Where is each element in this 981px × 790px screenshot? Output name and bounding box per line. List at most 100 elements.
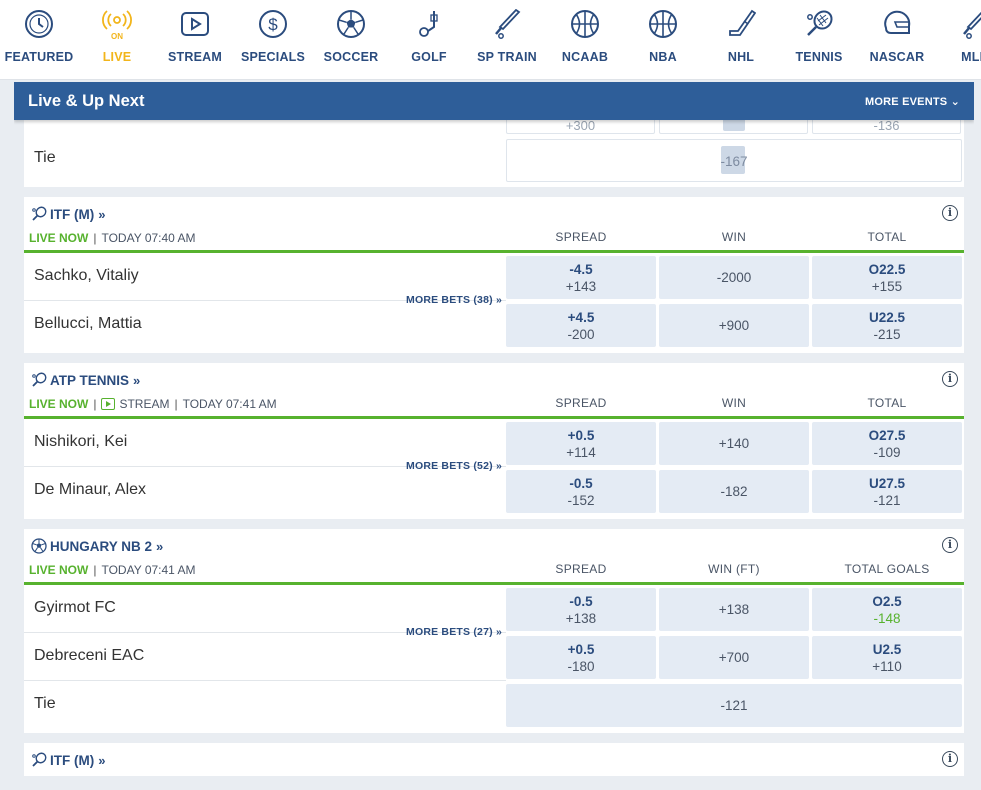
win-odds-button[interactable]: +700 (659, 636, 809, 679)
team-name: Tie (34, 149, 56, 166)
nav-label: FEATURED (4, 50, 74, 64)
win-price: +138 (718, 602, 750, 617)
double-chevron-right-icon: » (156, 538, 164, 554)
double-chevron-right-icon: » (98, 752, 106, 768)
nav-stream[interactable]: STREAM (156, 0, 234, 79)
tennis-racket-icon (30, 205, 48, 223)
spread-price: -200 (567, 326, 595, 342)
event-time: TODAY 07:40 AM (101, 231, 196, 245)
live-events-panel: Live & Up Next MORE EVENTS ⌄ +300 -136 T… (14, 82, 974, 776)
spread-odds-button[interactable]: -0.5 +138 (506, 588, 656, 631)
chevron-down-icon: ⌄ (950, 95, 960, 108)
total-line: O27.5 (868, 427, 906, 443)
col-header-spread: SPREAD (555, 562, 607, 576)
win-price: +900 (718, 318, 750, 333)
win-price: -182 (720, 484, 748, 499)
nav-mlb[interactable]: MLB (936, 0, 981, 79)
win-odds-button[interactable]: +138 (659, 588, 809, 631)
nav-tennis[interactable]: TENNIS (780, 0, 858, 79)
live-now-label: LIVE NOW (29, 563, 89, 577)
win-price: +140 (718, 436, 750, 451)
spread-odds-button[interactable]: +0.5 +114 (506, 422, 656, 465)
nav-featured[interactable]: FEATURED (0, 0, 78, 79)
win-odds-button[interactable]: +140 (659, 422, 809, 465)
total-price: -109 (873, 444, 901, 460)
separator: | (93, 563, 97, 577)
total-odds-button[interactable]: U27.5 -121 (812, 470, 962, 513)
nav-golf[interactable]: GOLF (390, 0, 468, 79)
tie-odds-button[interactable]: -121 (506, 684, 962, 727)
total-line: U22.5 (868, 309, 906, 325)
total-odds-button[interactable]: U22.5 -215 (812, 304, 962, 347)
total-price: -148 (873, 610, 901, 626)
total-odds-button[interactable]: O2.5 -148 (812, 588, 962, 631)
nav-soccer[interactable]: SOCCER (312, 0, 390, 79)
table-row: Bellucci, Mattia +4.5 -200 +900 U22.5 -215 (24, 301, 964, 349)
info-icon[interactable]: i (942, 205, 958, 221)
separator: | (93, 397, 97, 411)
live-now-label: LIVE NOW (29, 397, 89, 411)
nav-nba[interactable]: NBA (624, 0, 702, 79)
nav-label: NASCAR (869, 50, 925, 64)
win-odds-button[interactable]: -182 (659, 470, 809, 513)
info-icon[interactable]: i (942, 371, 958, 387)
event-time: TODAY 07:41 AM (182, 397, 277, 411)
basketball-icon (569, 8, 601, 40)
event-card: HUNGARY NB 2 » i LIVE NOW | TODAY 07:41 … (24, 529, 964, 733)
spread-odds-button[interactable]: -4.5 +143 (506, 256, 656, 299)
col-header-spread: SPREAD (555, 230, 607, 244)
total-odds-button[interactable]: O27.5 -109 (812, 422, 962, 465)
win-odds-button[interactable]: -2000 (659, 256, 809, 299)
spread-line: -0.5 (569, 593, 593, 609)
league-link[interactable]: ITF (M) » (30, 751, 105, 769)
tie-odds-cell[interactable]: -167 (506, 139, 962, 182)
league-name: HUNGARY NB 2 (50, 538, 153, 554)
more-events-button[interactable]: MORE EVENTS ⌄ (865, 95, 960, 108)
spread-line: +0.5 (567, 641, 595, 657)
win-odds-button[interactable]: +900 (659, 304, 809, 347)
event-time: TODAY 07:41 AM (101, 563, 196, 577)
league-link[interactable]: HUNGARY NB 2 » (30, 537, 163, 555)
col-header-win: WIN (FT) (708, 562, 760, 576)
nav-sp-train[interactable]: SP TRAIN (468, 0, 546, 79)
event-card: ITF (M) » i LIVE NOW | TODAY 07:40 AM SP… (24, 197, 964, 353)
event-header: ATP TENNIS » i LIVE NOW | STREAM | TODAY… (24, 363, 964, 419)
nav-label: NBA (649, 50, 677, 64)
svg-text:ON: ON (111, 32, 123, 40)
info-icon[interactable]: i (942, 537, 958, 553)
info-icon[interactable]: i (942, 751, 958, 767)
event-header: ITF (M) » i LIVE NOW | TODAY 07:40 AM SP… (24, 197, 964, 253)
nav-ncaab[interactable]: NCAAB (546, 0, 624, 79)
event-card: ITF (M) » i (24, 743, 964, 776)
team-name: Debreceni EAC (34, 647, 145, 664)
spread-price: +114 (566, 444, 596, 460)
col-header-spread: SPREAD (555, 396, 607, 410)
total-odds-button[interactable]: O22.5 +155 (812, 256, 962, 299)
spread-price: -180 (567, 658, 595, 674)
win-price: +700 (718, 650, 750, 665)
spread-odds-button[interactable]: -0.5 -152 (506, 470, 656, 513)
spread-odds-button[interactable]: +4.5 -200 (506, 304, 656, 347)
separator: | (93, 231, 97, 245)
league-link[interactable]: ITF (M) » (30, 205, 105, 223)
league-name: ITF (M) (50, 752, 95, 768)
nav-nhl[interactable]: NHL (702, 0, 780, 79)
league-name: ATP TENNIS (50, 372, 130, 388)
table-row: De Minaur, Alex -0.5 -152 -182 U27.5 -121 (24, 467, 964, 515)
total-line: U27.5 (868, 475, 906, 491)
team-name: Gyirmot FC (34, 599, 116, 616)
hockey-stick-icon (725, 8, 757, 40)
nav-label: SP TRAIN (477, 50, 537, 64)
nav-nascar[interactable]: NASCAR (858, 0, 936, 79)
spread-line: -0.5 (569, 475, 593, 491)
stream-label[interactable]: STREAM (119, 397, 169, 411)
nav-specials[interactable]: $ SPECIALS (234, 0, 312, 79)
clock-icon (23, 8, 55, 40)
league-link[interactable]: ATP TENNIS » (30, 371, 140, 389)
spread-odds-button[interactable]: +0.5 -180 (506, 636, 656, 679)
nav-live[interactable]: ON LIVE (78, 0, 156, 79)
more-events-label: MORE EVENTS (865, 95, 948, 108)
basketball-icon (647, 8, 679, 40)
nav-label: NCAAB (561, 50, 609, 64)
total-odds-button[interactable]: U2.5 +110 (812, 636, 962, 679)
